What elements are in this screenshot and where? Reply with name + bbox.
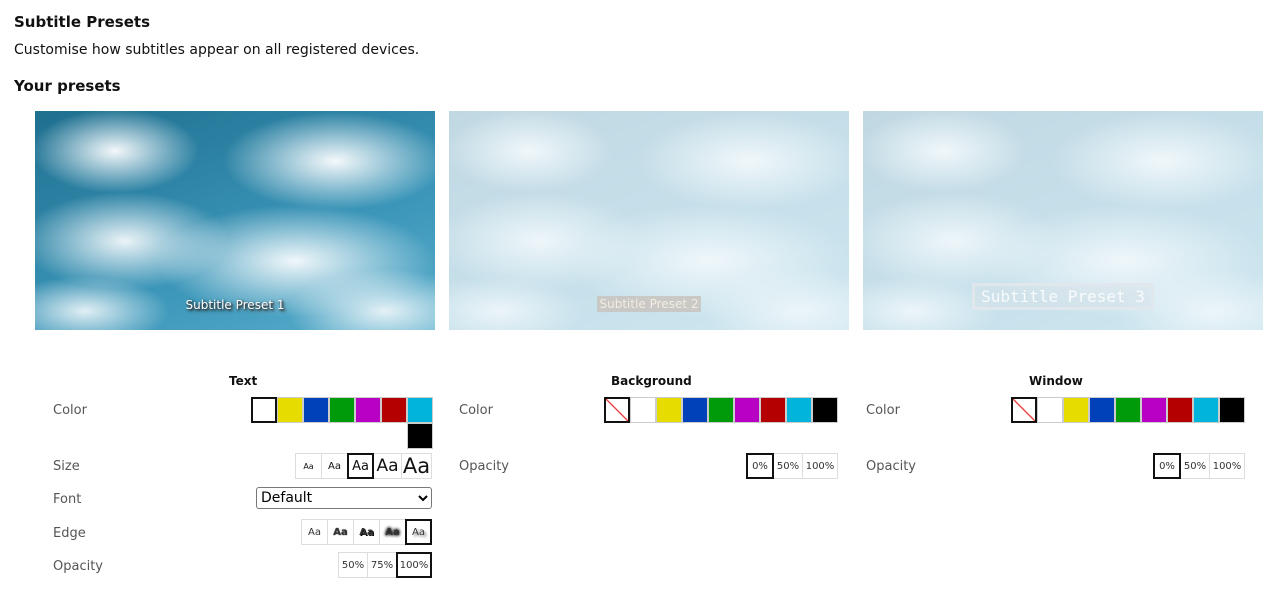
background-color-swatch-red[interactable]: [760, 397, 786, 423]
window-color-label: Color: [866, 403, 900, 418]
window-color-swatch-green[interactable]: [1115, 397, 1141, 423]
text-size-option-4[interactable]: Aa: [373, 453, 402, 479]
text-color-swatch-magenta[interactable]: [355, 397, 381, 423]
window-opacity-label: Opacity: [866, 459, 917, 474]
text-edge-option-4[interactable]: Aa: [379, 519, 406, 545]
background-color-swatch-cyan[interactable]: [786, 397, 812, 423]
text-font-label: Font: [53, 492, 82, 507]
text-edge-option-3[interactable]: Aa: [353, 519, 380, 545]
window-color-swatch-none[interactable]: [1011, 397, 1037, 423]
text-size-option-2[interactable]: Aa: [321, 453, 348, 479]
text-edge-options: Aa Aa Aa Aa Aa: [301, 519, 432, 545]
text-edge-option-2[interactable]: Aa: [327, 519, 354, 545]
text-size-options: Aa Aa Aa Aa Aa: [295, 453, 432, 479]
preset-3-caption: Subtitle Preset 3: [972, 283, 1154, 310]
window-settings-panel: Window Color Opacity 0% 50% 100%: [848, 374, 1248, 594]
background-color-swatch-blue[interactable]: [682, 397, 708, 423]
text-panel-title: Text: [229, 374, 258, 388]
text-opacity-option-3[interactable]: 100%: [396, 552, 432, 578]
text-opacity-option-1[interactable]: 50%: [338, 552, 368, 578]
window-opacity-option-3[interactable]: 100%: [1209, 453, 1245, 479]
background-opacity-option-2[interactable]: 50%: [773, 453, 803, 479]
text-color-swatches: [247, 397, 433, 449]
background-panel-title: Background: [611, 374, 692, 388]
text-opacity-options: 50% 75% 100%: [338, 552, 432, 578]
preset-2-caption: Subtitle Preset 2: [596, 296, 702, 312]
preset-3-preview[interactable]: Subtitle Preset 3: [863, 111, 1263, 330]
background-color-label: Color: [459, 403, 493, 418]
background-opacity-option-1[interactable]: 0%: [746, 453, 774, 479]
window-color-swatch-red[interactable]: [1167, 397, 1193, 423]
text-color-swatch-yellow[interactable]: [277, 397, 303, 423]
window-color-swatches: [1008, 397, 1245, 423]
window-color-swatch-yellow[interactable]: [1063, 397, 1089, 423]
background-color-swatch-none[interactable]: [604, 397, 630, 423]
background-opacity-options: 0% 50% 100%: [746, 453, 838, 479]
text-edge-option-5[interactable]: Aa: [405, 519, 432, 545]
window-panel-title: Window: [1029, 374, 1083, 388]
text-color-swatch-red[interactable]: [381, 397, 407, 423]
background-settings-panel: Background Color Opacity 0% 50% 100%: [441, 374, 841, 594]
text-size-label: Size: [53, 459, 80, 474]
text-edge-label: Edge: [53, 526, 86, 541]
text-opacity-option-2[interactable]: 75%: [367, 552, 397, 578]
background-color-swatches: [601, 397, 838, 423]
text-size-option-5[interactable]: Aa: [401, 453, 432, 479]
text-color-swatch-black[interactable]: [407, 423, 433, 449]
text-color-label: Color: [53, 403, 87, 418]
window-color-swatch-white[interactable]: [1037, 397, 1063, 423]
text-color-swatch-white[interactable]: [251, 397, 277, 423]
window-color-swatch-magenta[interactable]: [1141, 397, 1167, 423]
presets-heading: Your presets: [14, 77, 121, 95]
preset-1-caption: Subtitle Preset 1: [185, 298, 285, 312]
background-color-swatch-green[interactable]: [708, 397, 734, 423]
background-opacity-label: Opacity: [459, 459, 510, 474]
window-color-swatch-black[interactable]: [1219, 397, 1245, 423]
page-description: Customise how subtitles appear on all re…: [14, 42, 420, 58]
text-color-swatch-cyan[interactable]: [407, 397, 433, 423]
preset-1-preview[interactable]: Subtitle Preset 1: [35, 111, 435, 330]
text-size-option-3[interactable]: Aa: [347, 453, 374, 479]
background-opacity-option-3[interactable]: 100%: [802, 453, 838, 479]
background-color-swatch-white[interactable]: [630, 397, 656, 423]
text-font-select[interactable]: Default: [256, 487, 432, 509]
page-title: Subtitle Presets: [14, 13, 151, 31]
window-opacity-option-1[interactable]: 0%: [1153, 453, 1181, 479]
text-edge-option-1[interactable]: Aa: [301, 519, 328, 545]
text-opacity-label: Opacity: [53, 559, 104, 574]
text-size-option-1[interactable]: Aa: [295, 453, 322, 479]
text-color-swatch-green[interactable]: [329, 397, 355, 423]
text-settings-panel: Text Color Size Aa Aa Aa Aa Aa Font Default …: [35, 374, 435, 594]
window-color-swatch-blue[interactable]: [1089, 397, 1115, 423]
window-color-swatch-cyan[interactable]: [1193, 397, 1219, 423]
background-color-swatch-magenta[interactable]: [734, 397, 760, 423]
background-color-swatch-black[interactable]: [812, 397, 838, 423]
preset-2-preview[interactable]: Subtitle Preset 2: [449, 111, 849, 330]
window-opacity-option-2[interactable]: 50%: [1180, 453, 1210, 479]
text-color-swatch-blue[interactable]: [303, 397, 329, 423]
window-opacity-options: 0% 50% 100%: [1153, 453, 1245, 479]
background-color-swatch-yellow[interactable]: [656, 397, 682, 423]
